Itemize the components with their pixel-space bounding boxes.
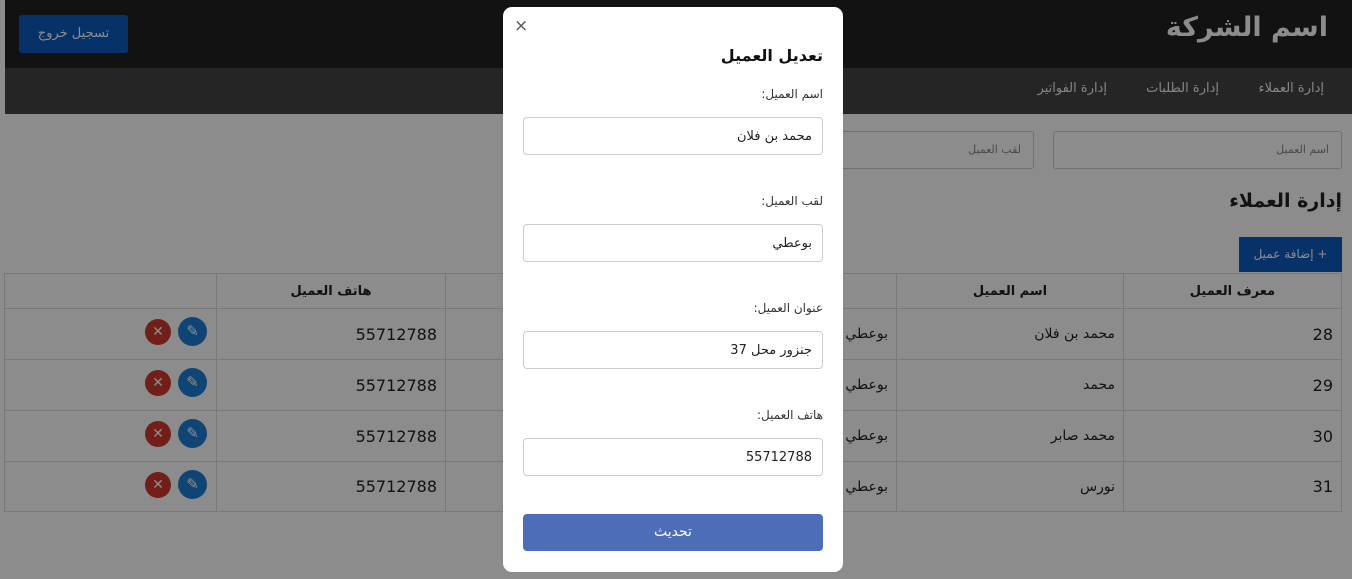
edit-customer-modal: × تعديل العميل اسم العميل: لقب العميل: ع…: [503, 7, 843, 572]
field-label-name: اسم العميل:: [761, 87, 823, 101]
customer-surname-input[interactable]: [523, 224, 823, 262]
customer-address-input[interactable]: [523, 331, 823, 369]
field-label-surname: لقب العميل:: [761, 194, 823, 208]
customer-phone-input[interactable]: [523, 438, 823, 476]
customer-name-input[interactable]: [523, 117, 823, 155]
field-label-address: عنوان العميل:: [753, 301, 823, 315]
modal-title: تعديل العميل: [720, 46, 823, 65]
field-label-phone: هاتف العميل:: [756, 408, 823, 422]
close-icon[interactable]: ×: [514, 18, 528, 35]
update-button[interactable]: تحديث: [523, 514, 823, 551]
